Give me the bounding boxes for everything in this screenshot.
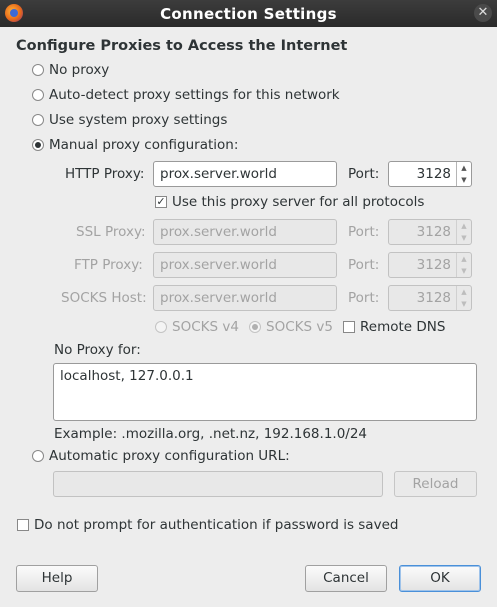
ssl-port-label: Port: [348, 224, 380, 240]
spinner-arrows-icon[interactable]: ▲ ▼ [456, 286, 471, 310]
no-proxy-label[interactable]: No proxy [49, 62, 109, 78]
ftp-port-label: Port: [348, 257, 380, 273]
socks-v5-label[interactable]: SOCKS v5 [266, 319, 333, 335]
ftp-port-spinner[interactable]: 3128 ▲ ▼ [388, 252, 472, 278]
cancel-button[interactable]: Cancel [305, 565, 387, 592]
system-proxy-radio[interactable] [32, 114, 44, 126]
spinner-arrows-icon[interactable]: ▲ ▼ [456, 220, 471, 244]
dialog-body: Configure Proxies to Access the Internet… [0, 27, 497, 607]
http-proxy-input[interactable]: prox.server.world [153, 161, 337, 187]
http-port-value: 3128 [416, 166, 451, 182]
socks-port-spinner[interactable]: 3128 ▲ ▼ [388, 285, 472, 311]
spinner-arrows-icon[interactable]: ▲ ▼ [456, 253, 471, 277]
ftp-port-value: 3128 [416, 257, 451, 273]
remote-dns-checkbox[interactable] [343, 321, 355, 333]
no-proxy-radio[interactable] [32, 64, 44, 76]
no-proxy-for-label: No Proxy for: [54, 342, 141, 358]
manual-proxy-radio[interactable] [32, 139, 44, 151]
socks-v4-radio[interactable] [155, 321, 167, 333]
section-heading: Configure Proxies to Access the Internet [16, 38, 348, 54]
auto-url-radio[interactable] [32, 450, 44, 462]
ssl-port-value: 3128 [416, 224, 451, 240]
socks-v5-radio[interactable] [249, 321, 261, 333]
auto-url-label[interactable]: Automatic proxy configuration URL: [49, 448, 290, 464]
no-auth-prompt-label[interactable]: Do not prompt for authentication if pass… [34, 517, 398, 533]
remote-dns-label[interactable]: Remote DNS [360, 319, 445, 335]
no-proxy-for-value: localhost, 127.0.0.1 [60, 368, 194, 384]
ssl-port-spinner[interactable]: 3128 ▲ ▼ [388, 219, 472, 245]
http-port-label: Port: [348, 166, 380, 182]
socks-host-label: SOCKS Host: [61, 290, 147, 306]
all-protocols-label[interactable]: Use this proxy server for all protocols [172, 194, 424, 210]
socks-v4-label[interactable]: SOCKS v4 [172, 319, 239, 335]
ok-button[interactable]: OK [399, 565, 481, 592]
help-button[interactable]: Help [16, 565, 98, 592]
close-icon[interactable]: ✕ [474, 4, 492, 22]
auto-detect-radio[interactable] [32, 89, 44, 101]
system-proxy-label[interactable]: Use system proxy settings [49, 112, 227, 128]
no-proxy-for-textarea[interactable]: localhost, 127.0.0.1 [53, 363, 477, 421]
spinner-arrows-icon[interactable]: ▲ ▼ [456, 162, 471, 186]
no-proxy-example: Example: .mozilla.org, .net.nz, 192.168.… [54, 426, 368, 442]
reload-button[interactable]: Reload [394, 471, 477, 497]
auto-url-input[interactable] [53, 471, 383, 497]
ssl-proxy-input[interactable]: prox.server.world [153, 219, 337, 245]
title-bar: Connection Settings ✕ [0, 0, 497, 27]
socks-host-input[interactable]: prox.server.world [153, 285, 337, 311]
ssl-proxy-label: SSL Proxy: [76, 224, 146, 240]
http-proxy-label: HTTP Proxy: [65, 166, 145, 182]
ftp-proxy-input[interactable]: prox.server.world [153, 252, 337, 278]
socks-port-value: 3128 [416, 290, 451, 306]
auto-detect-label[interactable]: Auto-detect proxy settings for this netw… [49, 87, 340, 103]
manual-proxy-label[interactable]: Manual proxy configuration: [49, 137, 238, 153]
ftp-proxy-label: FTP Proxy: [74, 257, 143, 273]
no-auth-prompt-checkbox[interactable] [17, 519, 29, 531]
http-port-spinner[interactable]: 3128 ▲ ▼ [388, 161, 472, 187]
socks-port-label: Port: [348, 290, 380, 306]
all-protocols-checkbox[interactable]: ✓ [155, 196, 167, 208]
window-title: Connection Settings [160, 5, 337, 23]
